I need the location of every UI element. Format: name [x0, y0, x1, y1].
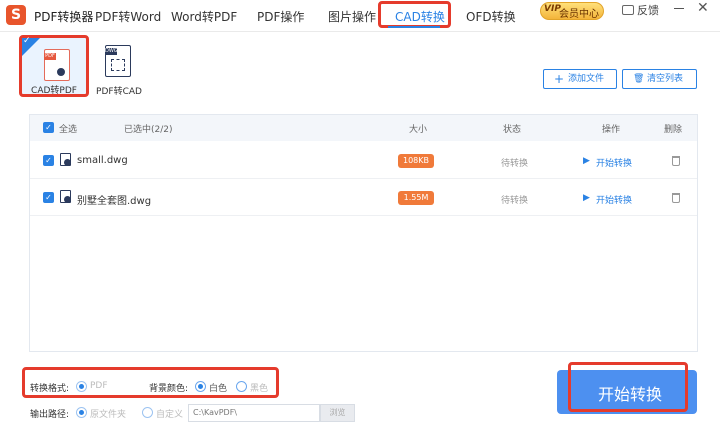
browse-button[interactable]: 浏览 [320, 404, 355, 422]
row-checkbox[interactable]: ✓ [43, 155, 54, 166]
dwg-file-icon [60, 153, 71, 166]
row-checkbox[interactable]: ✓ [43, 192, 54, 203]
col-action: 操作 [602, 125, 621, 135]
plus-icon: + [554, 72, 565, 86]
tab-ofd-convert[interactable]: OFD转换 [466, 8, 516, 25]
cad-tab-highlight [378, 1, 451, 28]
clear-list-button[interactable]: 🗑 清空列表 [622, 69, 697, 89]
select-all-label: 全选 [59, 125, 78, 135]
file-status: 待转换 [501, 196, 529, 206]
active-tab-underline [388, 26, 440, 28]
row-divider [30, 215, 697, 216]
bg-black-label: 黑色 [250, 384, 269, 394]
play-icon[interactable]: ▶ [583, 193, 590, 203]
close-icon[interactable]: ✕ [697, 0, 709, 16]
add-files-button[interactable]: + 添加文件 [543, 69, 617, 89]
add-files-label: 添加文件 [568, 74, 605, 84]
file-badge-icon [64, 196, 71, 203]
output-source-radio[interactable] [76, 407, 87, 418]
pdf-to-cad-icon: DWG [105, 45, 131, 77]
file-size-badge: 108KB [398, 154, 434, 168]
mode-card-cad-to-pdf[interactable]: ✓ PDF CAD转PDF [19, 35, 89, 97]
clear-list-label: 清空列表 [647, 74, 684, 84]
app-title: PDF转换器 [34, 10, 94, 24]
play-icon[interactable]: ▶ [583, 156, 590, 166]
start-convert-link[interactable]: 开始转换 [596, 193, 632, 206]
drawing-icon [111, 59, 125, 71]
mode-card-pdf-to-cad[interactable]: DWG PDF转CAD [93, 38, 145, 98]
bg-black-radio[interactable] [236, 381, 247, 392]
file-status: 待转换 [501, 159, 529, 169]
output-source-label: 原文件夹 [90, 410, 127, 420]
output-path-input[interactable]: C:\KavPDF\ [188, 404, 320, 422]
tab-pdf-to-word[interactable]: PDF转Word [95, 8, 161, 25]
bg-color-label: 背景颜色: [149, 384, 189, 394]
minimize-icon[interactable] [674, 8, 684, 9]
tab-word-to-pdf[interactable]: Word转PDF [171, 8, 237, 25]
select-all-checkbox[interactable]: ✓ [43, 122, 54, 133]
check-icon: ✓ [23, 36, 31, 46]
output-custom-label: 自定义 [156, 410, 184, 420]
bg-white-radio[interactable] [195, 381, 206, 392]
delete-icon[interactable] [672, 193, 680, 203]
col-status: 状态 [503, 125, 522, 135]
pdf-tag: PDF [44, 53, 56, 60]
delete-icon[interactable] [672, 156, 680, 166]
tab-image-operations[interactable]: 图片操作 [328, 8, 376, 25]
app-logo: S [6, 5, 26, 25]
dwg-tag: DWG [105, 48, 118, 55]
member-center-button[interactable]: VIP 会员中心 [540, 2, 604, 20]
member-center-label: 会员中心 [559, 9, 599, 20]
tab-pdf-operations[interactable]: PDF操作 [257, 8, 304, 25]
format-label: 转换格式: [30, 384, 70, 394]
output-path-label: 输出路径: [30, 410, 70, 420]
mode-label-pdf-to-cad: PDF转CAD [96, 87, 142, 97]
file-name: 别墅全套图.dwg [77, 196, 152, 207]
file-list-panel [29, 114, 698, 352]
file-badge-icon [64, 159, 71, 166]
mode-label-cad-to-pdf: CAD转PDF [31, 86, 77, 96]
cad-to-pdf-icon: PDF [44, 49, 70, 81]
format-pdf-label: PDF [90, 381, 108, 391]
output-custom-radio[interactable] [142, 407, 153, 418]
feedback-icon[interactable] [622, 5, 634, 15]
start-convert-label: 开始转换 [598, 385, 663, 404]
col-size: 大小 [409, 125, 428, 135]
col-delete: 删除 [664, 125, 683, 135]
convert-badge-icon [55, 66, 67, 78]
row-divider [30, 178, 697, 179]
trash-icon: 🗑 [633, 74, 645, 84]
feedback-link[interactable]: 反馈 [637, 2, 659, 18]
format-pdf-radio[interactable] [76, 381, 87, 392]
dwg-file-icon [60, 190, 71, 203]
selected-count: 已选中(2/2) [124, 125, 173, 135]
start-convert-link[interactable]: 开始转换 [596, 156, 632, 169]
bg-white-label: 白色 [209, 384, 228, 394]
file-name: small.dwg [77, 155, 128, 166]
file-size-badge: 1.55M [398, 191, 434, 205]
